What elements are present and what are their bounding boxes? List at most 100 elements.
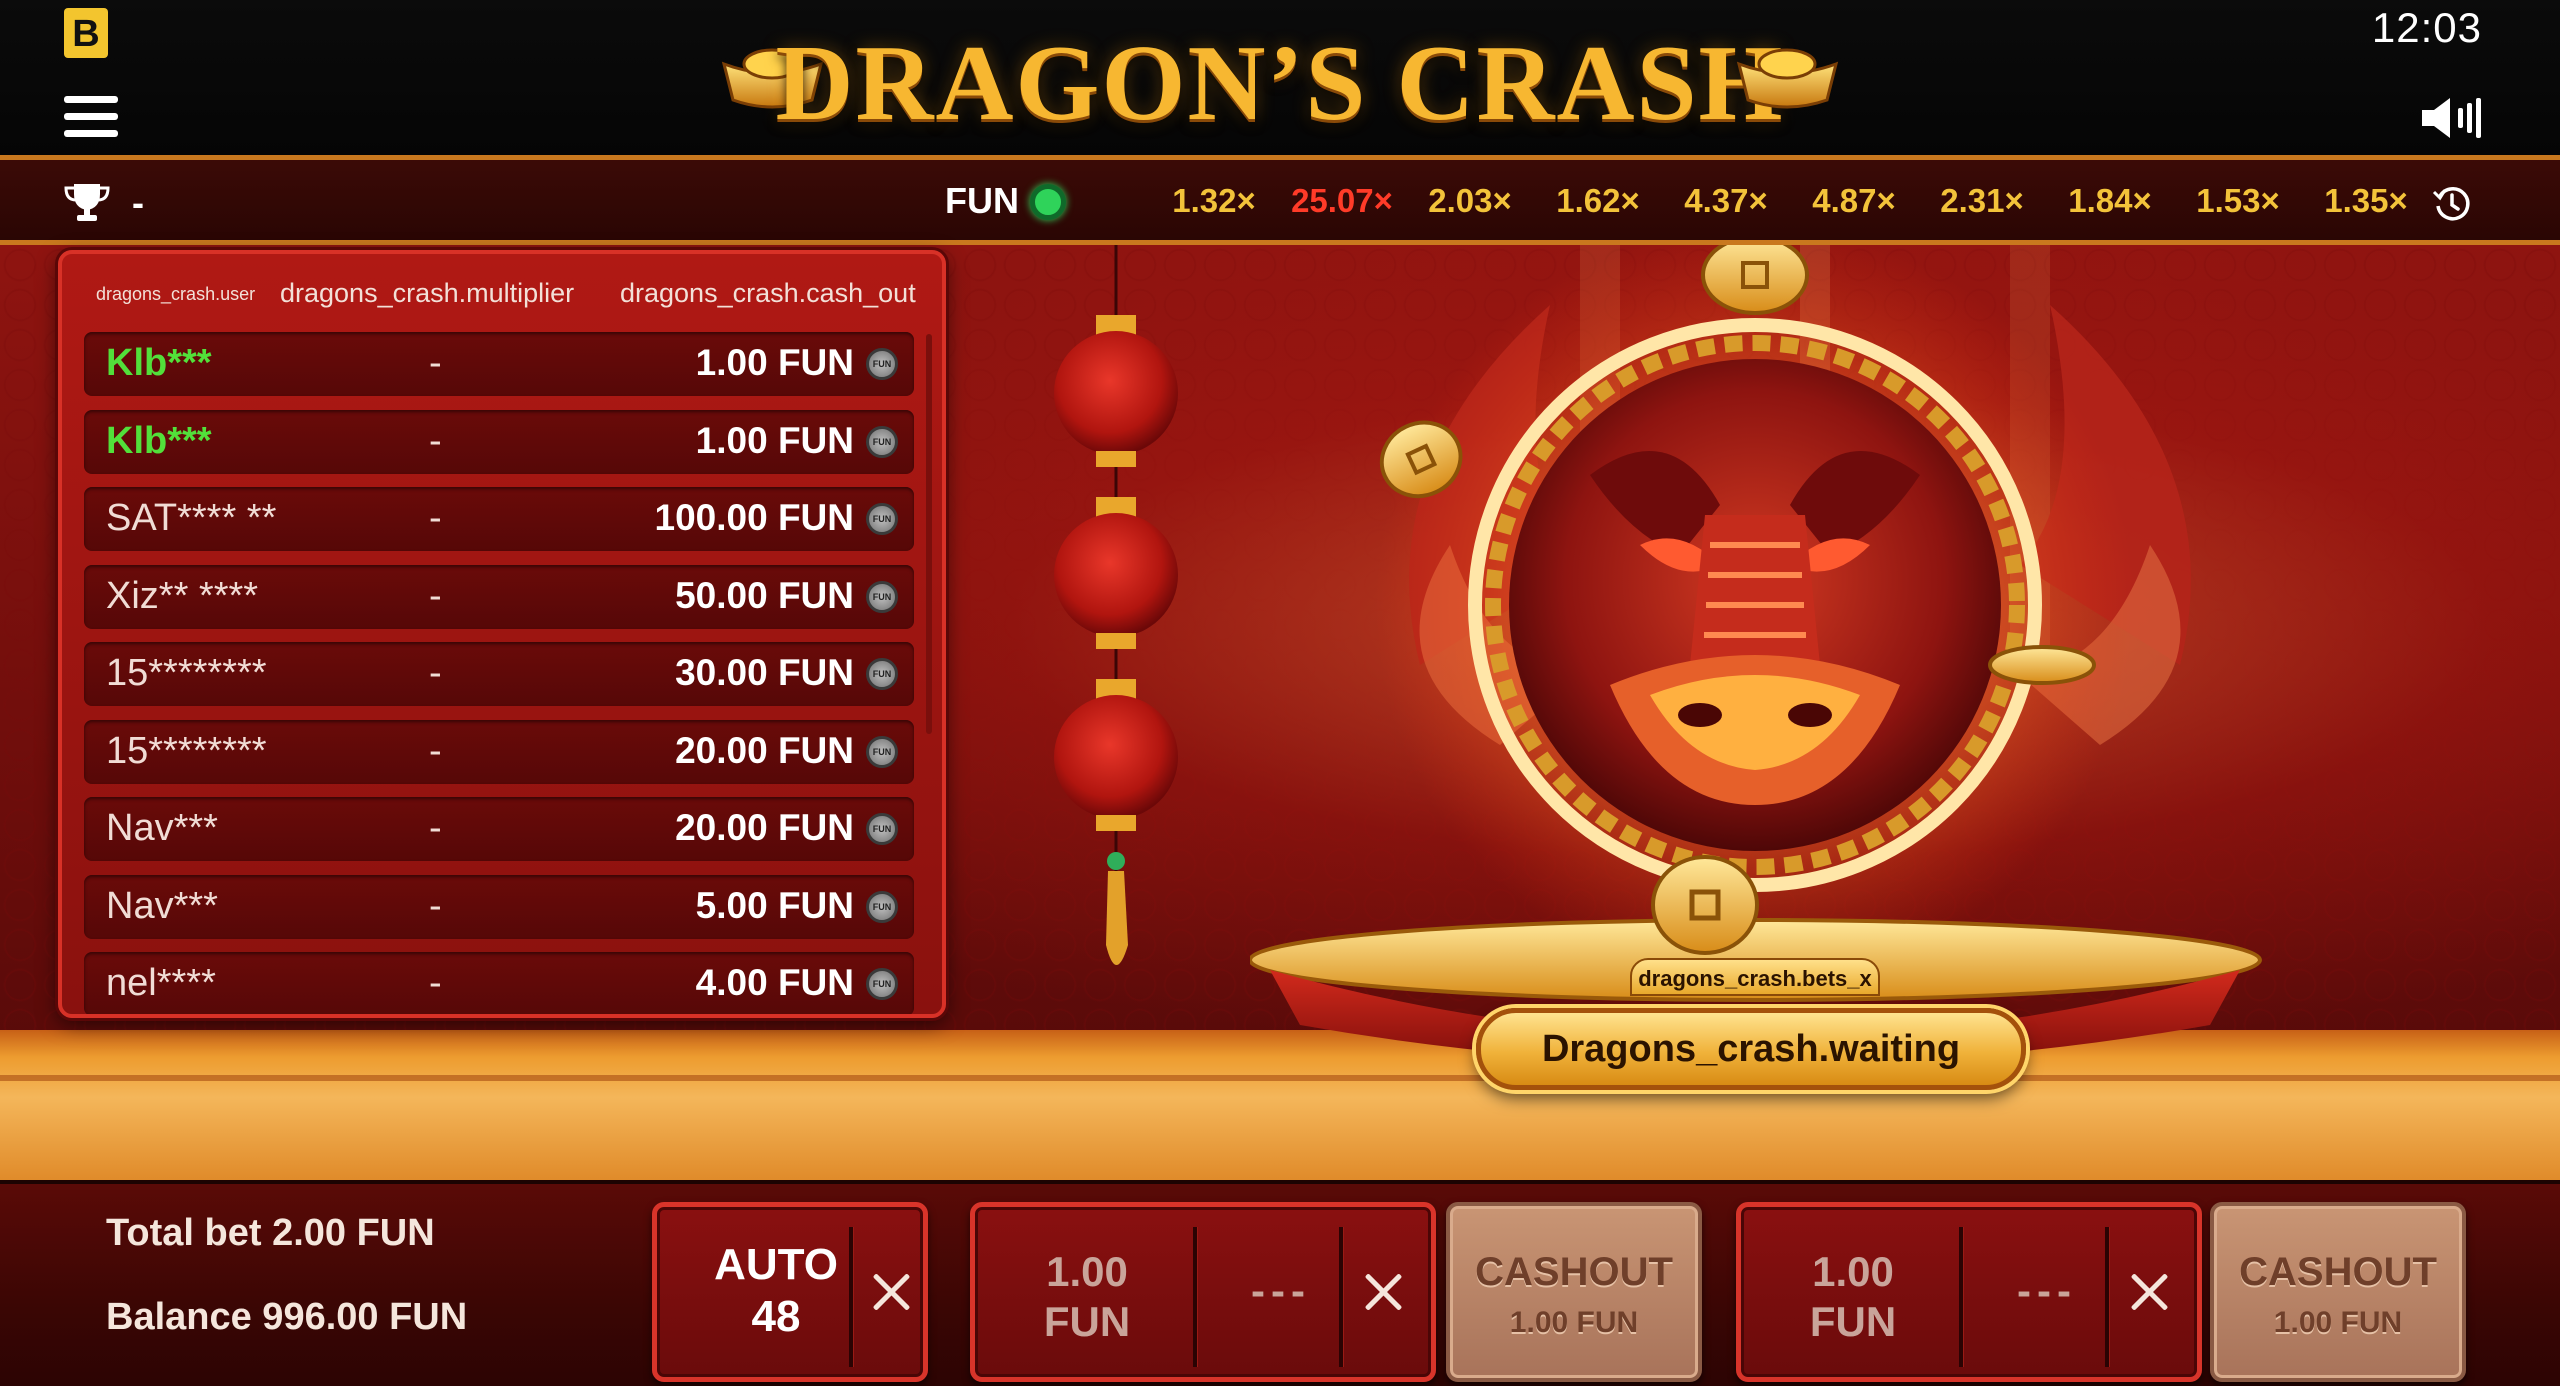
bet-row: Xiz** **** - 50.00 FUN FUN xyxy=(84,564,914,629)
bet-row: Klb*** - 1.00 FUN FUN xyxy=(84,409,914,474)
bet-row: Nav*** - 5.00 FUN FUN xyxy=(84,874,914,939)
total-bet-text: Total bet 2.00 FUN xyxy=(106,1212,435,1254)
cashout-label: CASHOUT xyxy=(2239,1250,2437,1294)
bet-amount: 1.00 FUN xyxy=(695,419,854,461)
bet-amount-currency: FUN xyxy=(1043,1298,1131,1345)
bets-table-header: dragons_crash.user dragons_crash.multipl… xyxy=(62,254,942,324)
recent-multiplier[interactable]: 2.31× xyxy=(1918,182,2046,220)
column-header-user: dragons_crash.user xyxy=(96,284,256,304)
bet-amount: 50.00 FUN xyxy=(675,574,854,616)
cashout-amount: 1.00 FUN xyxy=(1509,1306,1639,1339)
speaker-volume-icon[interactable] xyxy=(2420,96,2482,140)
fun-coin-icon: FUN xyxy=(866,890,898,923)
bet-multiplier: - xyxy=(429,574,442,617)
bet-amount-value: 1.00 xyxy=(1812,1248,1894,1295)
cashout-amount: 1.00 FUN xyxy=(2273,1306,2403,1339)
bet-amount: 100.00 FUN xyxy=(654,497,855,538)
game-title: DRAGON’S CRASH xyxy=(775,24,1785,143)
bet-multiplier: - xyxy=(429,497,442,539)
recent-multiplier[interactable]: 1.84× xyxy=(2046,182,2174,220)
bets-scrollbar[interactable] xyxy=(926,334,932,734)
fun-coin-icon: FUN xyxy=(866,735,898,768)
brand-logo: B xyxy=(64,8,108,58)
bet-amount: 4.00 FUN xyxy=(695,962,854,1003)
bet-slot-2: 1.00 FUN --- xyxy=(1736,1202,2202,1382)
top-win-value: - xyxy=(132,182,144,223)
auto-cashout-multiplier-2[interactable]: --- xyxy=(1977,1267,2117,1315)
bet-row: 15******** - 30.00 FUN FUN xyxy=(84,642,914,706)
mode-label: FUN xyxy=(945,180,1019,221)
recent-multiplier[interactable]: 1.35× xyxy=(2302,182,2430,220)
balance-text: Balance 996.00 FUN xyxy=(106,1296,468,1338)
bet-user: Xiz** **** xyxy=(106,574,259,617)
close-icon[interactable] xyxy=(1353,1262,1413,1322)
bet-user: Nav*** xyxy=(106,807,218,849)
bet-amount: 5.00 FUN xyxy=(695,884,854,926)
column-header-multiplier: dragons_crash.multiplier xyxy=(280,278,575,308)
live-bets-panel[interactable]: dragons_crash.user dragons_crash.multipl… xyxy=(58,250,946,1018)
history-clock-icon[interactable] xyxy=(2432,184,2472,224)
cashout-label: CASHOUT xyxy=(1475,1250,1673,1294)
trophy-icon[interactable] xyxy=(64,182,110,222)
recent-multiplier[interactable]: 4.37× xyxy=(1662,182,1790,220)
bet-row: 15******** - 20.00 FUN FUN xyxy=(84,719,914,784)
round-status-badge: Dragons_crash.waiting xyxy=(1476,1008,2026,1090)
bet-row: Klb*** - 1.00 FUN FUN xyxy=(84,332,914,396)
fun-coin-icon: FUN xyxy=(866,348,898,380)
bet-user: 15******** xyxy=(106,652,267,694)
bet-slot-1: 1.00 FUN --- xyxy=(970,1202,1436,1382)
bet-multiplier: - xyxy=(429,807,442,849)
bet-user: Klb*** xyxy=(106,342,212,384)
cashout-button-1[interactable]: CASHOUT 1.00 FUN xyxy=(1446,1202,1702,1382)
bets-list[interactable]: Klb*** -1.00 FUN FUN Klb*** -1.00 FUN FUN SAT*… xyxy=(84,332,914,1014)
results-strip: - FUN 1.32× 25.07× 2.03× 1.62× 4.37× 4.87× 2.3… xyxy=(0,155,2560,245)
auto-cashout-multiplier-1[interactable]: --- xyxy=(1211,1267,1351,1315)
close-icon[interactable] xyxy=(861,1262,921,1322)
mode-status-indicator xyxy=(1030,184,1066,220)
bets-count-label: dragons_crash.bets_x xyxy=(1630,958,1880,996)
bet-amount-value: 1.00 xyxy=(1046,1248,1128,1295)
clock: 12:03 xyxy=(2371,4,2482,51)
bet-amount: 20.00 FUN xyxy=(675,729,854,771)
bet-amount-1[interactable]: 1.00 FUN xyxy=(997,1247,1177,1347)
column-header-cash-out: dragons_crash.cash_out xyxy=(620,278,916,308)
bet-multiplier: - xyxy=(429,652,442,694)
cashout-button-2[interactable]: CASHOUT 1.00 FUN xyxy=(2210,1202,2466,1382)
hamburger-menu-icon[interactable] xyxy=(64,96,118,140)
bet-multiplier: - xyxy=(429,342,442,384)
close-icon[interactable] xyxy=(2119,1262,2179,1322)
bet-user: SAT**** ** xyxy=(106,497,277,539)
recent-multiplier[interactable]: 4.87× xyxy=(1790,182,1918,220)
bet-amount: 20.00 FUN xyxy=(675,807,854,848)
bet-row: nel**** - 4.00 FUN FUN xyxy=(84,952,914,1014)
red-lanterns-decoration xyxy=(1054,245,1178,965)
fun-coin-icon: FUN xyxy=(866,968,898,1000)
gold-ingot-icon xyxy=(1736,48,1839,109)
top-bar: B DRAGON’S CRASH 12:03 xyxy=(0,0,2560,155)
fun-coin-icon: FUN xyxy=(866,658,898,690)
auto-bet-control: AUTO 48 xyxy=(652,1202,928,1382)
bet-row: SAT**** ** - 100.00 FUN FUN xyxy=(84,487,914,551)
recent-multiplier[interactable]: 1.53× xyxy=(2174,182,2302,220)
recent-multiplier[interactable]: 1.62× xyxy=(1534,182,1662,220)
recent-multiplier[interactable]: 1.32× xyxy=(1150,182,1278,220)
bet-amount: 30.00 FUN xyxy=(675,652,854,693)
bet-user: Klb*** xyxy=(106,419,212,462)
game-logo: DRAGON’S CRASH xyxy=(720,16,1840,143)
bet-user: 15******** xyxy=(106,729,267,772)
fun-coin-icon: FUN xyxy=(866,813,898,845)
dragon-portrait xyxy=(1250,245,2262,1065)
recent-multipliers: 1.32× 25.07× 2.03× 1.62× 4.37× 4.87× 2.31× 1.84… xyxy=(1150,182,2430,220)
bet-multiplier: - xyxy=(429,729,442,772)
recent-multiplier[interactable]: 2.03× xyxy=(1406,182,1534,220)
recent-multiplier[interactable]: 25.07× xyxy=(1278,182,1406,220)
fun-coin-icon: FUN xyxy=(866,503,898,535)
bet-user: Nav*** xyxy=(106,884,218,927)
bet-amount-2[interactable]: 1.00 FUN xyxy=(1763,1247,1943,1347)
bet-multiplier: - xyxy=(429,884,442,927)
bet-row: Nav*** - 20.00 FUN FUN xyxy=(84,797,914,861)
bet-user: nel**** xyxy=(106,962,216,1004)
fun-coin-icon: FUN xyxy=(866,425,898,458)
bet-multiplier: - xyxy=(429,962,442,1004)
fun-coin-icon: FUN xyxy=(866,580,898,613)
